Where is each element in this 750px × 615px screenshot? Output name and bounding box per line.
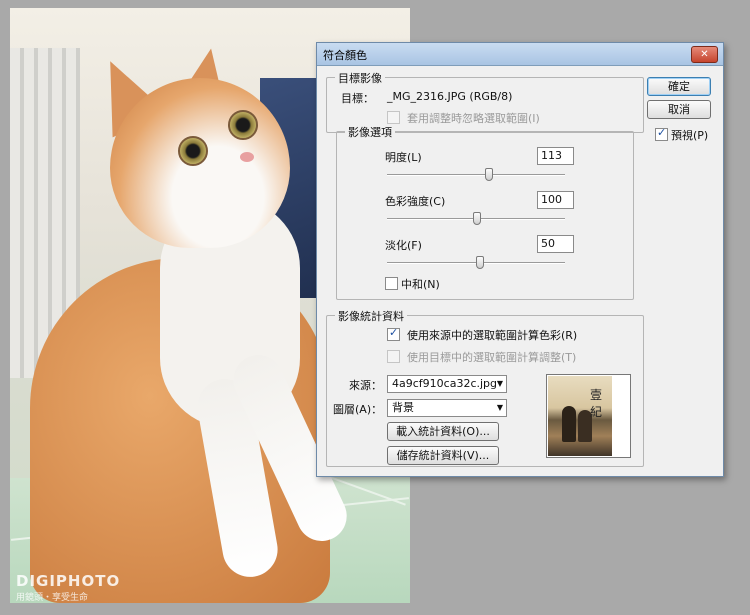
- target-filename: _MG_2316.JPG (RGB/8): [387, 90, 513, 103]
- luminance-slider-thumb[interactable]: [485, 168, 493, 181]
- cat-head: [110, 78, 290, 248]
- use-target-selection-checkbox[interactable]: [387, 350, 400, 363]
- image-options-group: 影像選項 明度(L) 113 色彩強度(C) 100 淡化(F) 50 中和(N…: [336, 124, 634, 300]
- preview-label: 預視(P): [671, 129, 709, 142]
- ok-button[interactable]: 確定: [647, 77, 711, 96]
- fade-input[interactable]: 50: [537, 235, 574, 253]
- layer-value: 背景: [392, 401, 414, 414]
- source-dropdown[interactable]: 4a9cf910ca32c.jpg ▼: [387, 375, 507, 393]
- source-thumbnail: 壹紀: [546, 374, 631, 458]
- cat-nose: [240, 152, 254, 162]
- thumbnail-image: 壹紀: [548, 376, 612, 456]
- cat-eye: [178, 136, 208, 166]
- source-label: 來源：: [349, 379, 382, 392]
- luminance-label: 明度(L): [385, 151, 422, 164]
- ignore-selection-label: 套用調整時忽略選取範圍(I): [407, 112, 540, 125]
- use-source-selection-checkbox[interactable]: [387, 326, 400, 341]
- watermark-subtitle: 用鏡頭・享受生命: [16, 593, 89, 603]
- use-source-selection-label: 使用來源中的選取範圍計算色彩(R): [407, 329, 578, 342]
- match-color-dialog: 符合顏色 ✕ 目標影像 目標： _MG_2316.JPG (RGB/8) 套用調…: [316, 42, 724, 477]
- target-label: 目標：: [341, 92, 374, 105]
- luminance-slider-track[interactable]: [387, 174, 565, 176]
- fade-label: 淡化(F): [385, 239, 422, 252]
- neutralize-label: 中和(N): [401, 278, 440, 291]
- dropdown-arrow-icon: ▼: [496, 379, 503, 388]
- preview-checkbox[interactable]: [655, 126, 668, 141]
- target-image-legend: 目標影像: [335, 70, 385, 86]
- color-intensity-label: 色彩強度(C): [385, 195, 446, 208]
- fade-slider-thumb[interactable]: [476, 256, 484, 269]
- use-target-selection-label: 使用目標中的選取範圍計算調整(T): [407, 351, 577, 364]
- source-value: 4a9cf910ca32c.jpg: [392, 377, 498, 390]
- layer-label: 圖層(A)：: [333, 403, 383, 416]
- load-statistics-button[interactable]: 載入統計資料(O)...: [387, 422, 499, 441]
- thumbnail-figure: [562, 406, 576, 442]
- thumbnail-title: 壹紀: [590, 388, 603, 419]
- luminance-input[interactable]: 113: [537, 147, 574, 165]
- dialog-titlebar[interactable]: 符合顏色 ✕: [317, 43, 723, 66]
- ignore-selection-checkbox[interactable]: [387, 111, 400, 124]
- image-options-legend: 影像選項: [345, 124, 395, 140]
- color-intensity-input[interactable]: 100: [537, 191, 574, 209]
- dropdown-arrow-icon: ▼: [496, 403, 503, 412]
- color-intensity-slider-thumb[interactable]: [473, 212, 481, 225]
- save-statistics-button[interactable]: 儲存統計資料(V)...: [387, 446, 499, 465]
- neutralize-checkbox[interactable]: [385, 277, 398, 290]
- cancel-button[interactable]: 取消: [647, 100, 711, 119]
- image-statistics-legend: 影像統計資料: [335, 308, 407, 324]
- cat-eye: [228, 110, 258, 140]
- dialog-title: 符合顏色: [323, 49, 367, 62]
- watermark: DIGIPHOTO: [16, 572, 121, 590]
- layer-dropdown[interactable]: 背景 ▼: [387, 399, 507, 417]
- close-icon[interactable]: ✕: [691, 46, 718, 63]
